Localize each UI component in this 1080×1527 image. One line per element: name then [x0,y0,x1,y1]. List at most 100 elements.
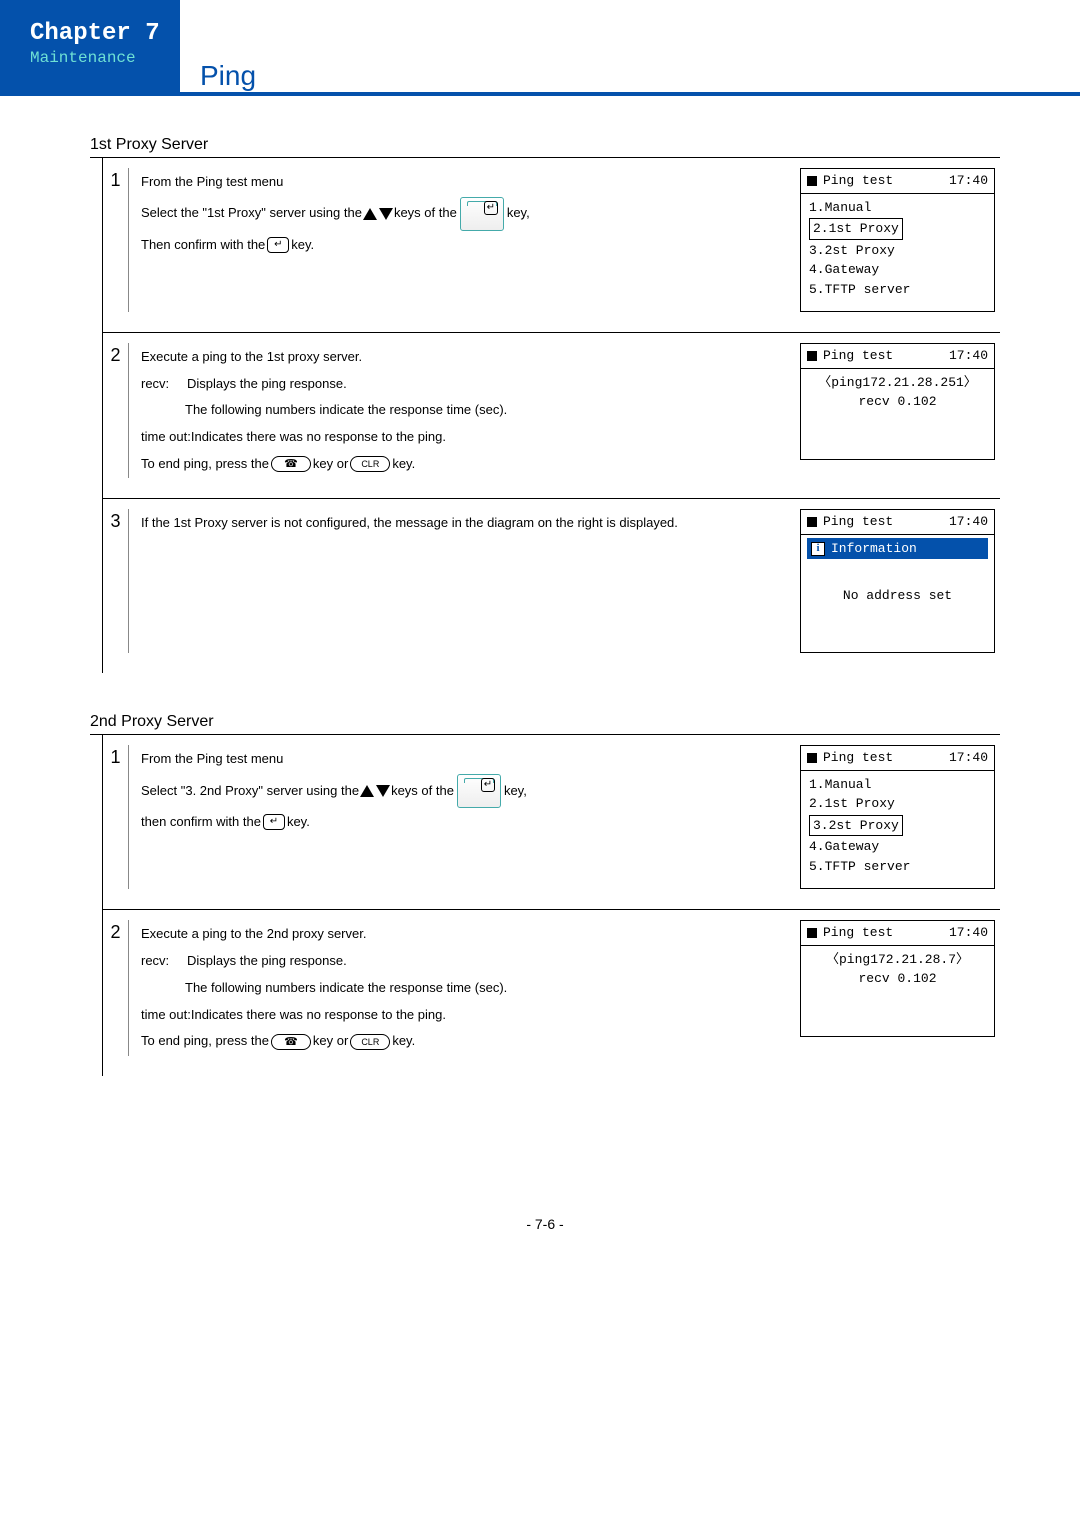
navigation-key-icon [457,774,501,808]
up-arrow-icon [363,208,377,220]
step-row: 2 Execute a ping to the 1st proxy server… [103,333,1000,499]
step-body: Execute a ping to the 2nd proxy server. … [129,920,800,1055]
lcd-time: 17:40 [949,748,988,768]
step-body: Execute a ping to the 1st proxy server. … [129,343,800,478]
text: Indicates there was no response to the p… [191,1003,446,1028]
lcd-body: No address set [801,562,994,652]
lcd-title: Ping test [823,750,893,765]
text: Select "3. 2nd Proxy" server using the [141,779,359,804]
text: key or [313,452,348,477]
lcd-header: Ping test 17:40 [801,169,994,194]
step-number: 1 [103,745,129,889]
timeout-label: time out: [141,1003,191,1028]
lcd-screen: Ping test 17:40 i Information No address… [800,509,995,653]
text: keys of the [394,201,457,226]
text: From the Ping test menu [141,170,283,195]
text: key. [287,810,310,835]
step-diagram: Ping test 17:40 1.Manual 2.1st Proxy 3.2… [800,745,1000,889]
section-heading: 2nd Proxy Server [90,713,1000,735]
text: Displays the ping response. [187,372,347,397]
page-number: - 7-6 - [90,1216,1000,1232]
step-table: 1 From the Ping test menu Select "3. 2nd… [102,735,1000,1075]
enter-key-icon [267,237,289,253]
text: key. [392,452,415,477]
lcd-item: 5.TFTP server [809,857,986,877]
lcd-item-selected: 2.1st Proxy [809,218,903,240]
lcd-header: Ping test 17:40 [801,510,994,535]
lcd-item: 3.2st Proxy [809,241,986,261]
down-arrow-icon [379,208,393,220]
step-diagram: Ping test 17:40 〈ping172.21.28.251〉 recv… [800,343,1000,478]
lcd-title: Ping test [823,173,893,188]
step-diagram: Ping test 17:40 1.Manual 2.1st Proxy 3.2… [800,168,1000,312]
lcd-title: Ping test [823,514,893,529]
lcd-body: 〈ping172.21.28.7〉 recv 0.102 [801,946,994,1036]
step-row: 1 From the Ping test menu Select "3. 2nd… [103,735,1000,910]
text: key, [507,201,530,226]
text: key, [504,779,527,804]
text: key. [291,233,314,258]
text: key. [392,1029,415,1054]
page-title: Ping [200,60,1080,92]
step-body: From the Ping test menu Select "3. 2nd P… [129,745,800,889]
lcd-recv-line: recv 0.102 [809,969,986,989]
text: If the 1st Proxy server is not configure… [141,511,678,536]
text: To end ping, press the [141,452,269,477]
lcd-header: Ping test 17:40 [801,746,994,771]
lcd-time: 17:40 [949,171,988,191]
page-content: 1st Proxy Server 1 From the Ping test me… [0,96,1080,1272]
down-arrow-icon [376,785,390,797]
step-table: 1 From the Ping test menu Select the "1s… [102,158,1000,673]
recv-label: recv: [141,372,187,397]
square-icon [807,928,817,938]
navigation-key-icon [460,197,504,231]
lcd-item-selected: 3.2st Proxy [809,815,903,837]
lcd-item: 2.1st Proxy [809,794,986,814]
text: From the Ping test menu [141,747,283,772]
text: Execute a ping to the 1st proxy server. [141,345,362,370]
chapter-subtitle: Maintenance [30,49,180,67]
text: Indicates there was no response to the p… [191,425,446,450]
square-icon [807,351,817,361]
step-number: 2 [103,343,129,478]
handset-key-icon [271,1034,311,1050]
lcd-time: 17:40 [949,923,988,943]
step-row: 2 Execute a ping to the 2nd proxy server… [103,910,1000,1075]
step-row: 1 From the Ping test menu Select the "1s… [103,158,1000,333]
step-diagram: Ping test 17:40 i Information No address… [800,509,1000,653]
lcd-header: Ping test 17:40 [801,344,994,369]
text: Displays the ping response. [187,949,347,974]
section-heading: 1st Proxy Server [90,136,1000,158]
lcd-item: 1.Manual [809,775,986,795]
chapter-label: Chapter 7 [30,20,180,47]
square-icon [807,517,817,527]
text: Execute a ping to the 2nd proxy server. [141,922,366,947]
step-body: From the Ping test menu Select the "1st … [129,168,800,312]
lcd-ping-line: 〈ping172.21.28.251〉 [809,373,986,393]
square-icon [807,176,817,186]
text: The following numbers indicate the respo… [185,976,788,1001]
up-arrow-icon [360,785,374,797]
handset-key-icon [271,456,311,472]
lcd-item: 5.TFTP server [809,280,986,300]
lcd-time: 17:40 [949,512,988,532]
lcd-title: Ping test [823,925,893,940]
clr-key-icon: CLR [350,456,390,472]
text: key or [313,1029,348,1054]
lcd-recv-line: recv 0.102 [809,392,986,412]
step-number: 2 [103,920,129,1055]
clr-key-icon: CLR [350,1034,390,1050]
lcd-ping-line: 〈ping172.21.28.7〉 [809,950,986,970]
text: To end ping, press the [141,1029,269,1054]
lcd-screen: Ping test 17:40 1.Manual 2.1st Proxy 3.2… [800,745,995,889]
step-diagram: Ping test 17:40 〈ping172.21.28.7〉 recv 0… [800,920,1000,1055]
text: Then confirm with the [141,233,265,258]
lcd-screen: Ping test 17:40 1.Manual 2.1st Proxy 3.2… [800,168,995,312]
recv-label: recv: [141,949,187,974]
lcd-item: 1.Manual [809,198,986,218]
step-body: If the 1st Proxy server is not configure… [129,509,800,653]
header-right: Ping [180,0,1080,96]
text: keys of the [391,779,454,804]
info-icon: i [811,542,825,556]
lcd-screen: Ping test 17:40 〈ping172.21.28.7〉 recv 0… [800,920,995,1037]
